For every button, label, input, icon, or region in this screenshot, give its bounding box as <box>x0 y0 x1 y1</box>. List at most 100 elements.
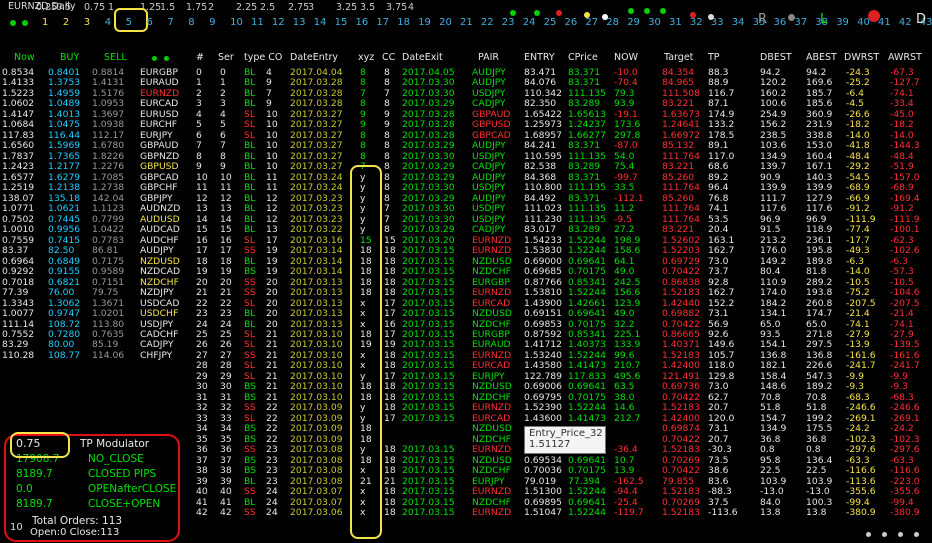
table-row: 23 23 BL 20 2017.03.13 x 17 2017.03.15 NZDUSD 0.6… <box>0 309 932 319</box>
column-number: 27 <box>585 17 599 28</box>
entry-price: 1.53810 <box>524 287 562 299</box>
awrst-value: -104.6 <box>890 287 920 299</box>
table-row: 9 9 BL 10 2017.03.27 7 8 2017.03.29 CADJPY 82.538… <box>0 162 932 172</box>
column-number: 15 <box>334 17 348 28</box>
order-pair: EURNZD <box>472 507 512 519</box>
top-scale-value: 1 <box>108 2 115 13</box>
tp-value: 162.7 <box>708 287 735 299</box>
indicator-letter: R <box>758 12 768 27</box>
table-row: 26 26 SL 21 2017.03.10 19 19 2017.03.15 EURAUD 1.… <box>0 340 932 350</box>
table-row: 33 33 SL 22 2017.03.09 y 17 2017.03.15 EURCAD 1.4… <box>0 412 932 424</box>
status-dot <box>882 532 887 537</box>
status-dot <box>22 20 28 26</box>
now-pips: 156.6 <box>614 287 641 299</box>
modulator-value-highlight: 0.75 <box>10 432 70 458</box>
top-scale-value: 2.25 <box>236 2 258 13</box>
table-row: 0 0 BL 4 2017.04.04 8 8 2017.04.05 AUDJPY 83.471 8… <box>0 67 932 78</box>
column-number: 24 <box>522 17 536 28</box>
target-price: 0.69882 <box>662 308 700 320</box>
table-row: 3 3 BL 9 2017.03.28 8 8 2017.03.29 CADJPY 82.350 8… <box>0 99 932 109</box>
column-number: 28 <box>606 17 620 28</box>
column-header: SELL <box>104 52 127 63</box>
order-co: 20 <box>266 287 278 299</box>
stat-label: CLOSE+OPEN <box>88 498 161 510</box>
column-number: 29 <box>627 17 640 28</box>
column-number: 19 <box>418 17 431 28</box>
dbest-value: 13.8 <box>760 507 781 519</box>
order-index: 21 <box>196 287 208 299</box>
column-number: 14 <box>313 17 327 28</box>
table-row: 17 17 SS 19 2017.03.14 18 18 2017.03.15 EURNZD 1.… <box>0 246 932 256</box>
status-dot <box>690 12 696 18</box>
column-header: DateExit <box>402 52 443 63</box>
row-ten-label: 10 <box>10 522 23 533</box>
date-exit: 2017.03.15 <box>402 308 455 320</box>
column-header: ENTRY <box>524 52 555 63</box>
tp-value: 73.1 <box>708 308 729 320</box>
order-type: SS <box>244 507 256 519</box>
target-price: 1.52183 <box>662 507 700 519</box>
column-number: 9 <box>209 17 216 28</box>
table-row: 1 1 BL 9 2017.03.28 8 8 2017.03.30 AUDJPY 84.076 8… <box>0 78 932 88</box>
column-header: # <box>196 52 204 63</box>
order-pair: EURNZD <box>472 287 512 299</box>
modulator-label: TP Modulator <box>80 438 150 450</box>
awrst-value: -380.9 <box>890 507 920 519</box>
entry-price: 1.51047 <box>524 507 562 519</box>
table-row: 28 28 SL 21 2017.03.10 x 18 2017.03.15 EURCAD 1.4… <box>0 361 932 371</box>
modulator-value: 0.75 <box>16 437 41 450</box>
top-scale-value: 2.75 <box>288 2 310 13</box>
table-row: 7 7 BL 10 2017.03.27 8 8 2017.03.29 AUDJPY 84.241… <box>0 141 932 151</box>
column-number: 4 <box>104 17 112 28</box>
order-cc: 18 <box>384 507 396 519</box>
table-row: 34 34 BS 22 2017.03.09 18 NZDUSD 0.69874 73.1 134… <box>0 424 932 434</box>
table-row: 2 2 BL 7 2017.03.28 7 7 2017.03.30 USDJPY 110.342… <box>0 88 932 99</box>
xyz-column-highlight <box>350 165 382 539</box>
status-dot <box>602 14 608 20</box>
column-header: Now <box>14 52 35 63</box>
stat-label: CLOSED PIPS <box>88 468 157 480</box>
current-price: 1.52244 <box>568 287 606 299</box>
table-row: 15 15 BL 13 2017.03.22 y 8 2017.03.29 CADJPY 83.0… <box>0 225 932 235</box>
column-header: BUY <box>60 52 80 63</box>
column-header: TP <box>708 52 720 63</box>
table-row: 30 30 BS 21 2017.03.10 18 18 2017.03.15 NZDUSD 0.… <box>0 382 932 392</box>
right-indicators: RLD <box>740 12 930 28</box>
order-cc: 17 <box>384 308 396 320</box>
date-exit: 2017.03.15 <box>402 412 455 424</box>
tooltip-value: 1.51127 <box>529 439 571 450</box>
dwrst-value: -75.2 <box>846 287 870 299</box>
table-row: 14 14 BL 12 2017.03.23 y 7 2017.03.30 USDJPY 111.… <box>0 214 932 225</box>
top-scale-row: 0.25 0.5 0.75 1 1.25 1.5 1.75 2 2.25 2.5 2.75 3 3.25… <box>36 0 456 15</box>
column-number: 1 <box>42 17 49 28</box>
order-type: SS <box>244 287 256 299</box>
entry-price: 0.69151 <box>524 308 562 320</box>
column-number: 13 <box>292 17 306 28</box>
top-scale-value: 3 <box>308 2 315 13</box>
status-dot <box>914 532 919 537</box>
column-number: 22 <box>480 17 494 28</box>
stat-label: OPENafterCLOSE <box>88 483 177 495</box>
indicator-letter: L <box>820 12 828 27</box>
stat-value: 8189.7 <box>16 498 53 510</box>
date-exit: 2017.03.15 <box>402 507 455 519</box>
column-header: AWRST <box>888 52 922 63</box>
column-header: PAIR <box>478 52 500 63</box>
column-header: ABEST <box>806 52 837 63</box>
date-entry: 2017.03.13 <box>290 308 343 320</box>
column-header: DateEntry <box>290 52 338 63</box>
table-row: 4 4 SL 10 2017.03.27 9 9 2017.03.28 GBPAUD 1.6542… <box>0 109 932 120</box>
table-row: 27 27 SS 21 2017.03.10 x 18 2017.03.15 EURNZD 1.5… <box>0 350 932 361</box>
table-row: 12 12 BL 12 2017.03.23 y 8 2017.03.29 AUDJPY 84.4… <box>0 193 932 204</box>
current-price: 1.41473 <box>568 412 606 424</box>
column-number: 12 <box>271 17 285 28</box>
now-pips: 212.7 <box>614 412 641 424</box>
order-index: 23 <box>196 308 208 320</box>
table-row: 10 10 BL 11 2017.03.24 y 8 2017.03.29 AUDJPY 84.3… <box>0 172 932 183</box>
top-scale-value: 0.5 <box>56 2 72 13</box>
column-number: 7 <box>167 17 174 28</box>
abest-value: 13.8 <box>806 507 827 519</box>
order-serial: 23 <box>220 308 232 320</box>
status-dot <box>708 14 714 20</box>
column-number: 25 <box>543 17 557 28</box>
